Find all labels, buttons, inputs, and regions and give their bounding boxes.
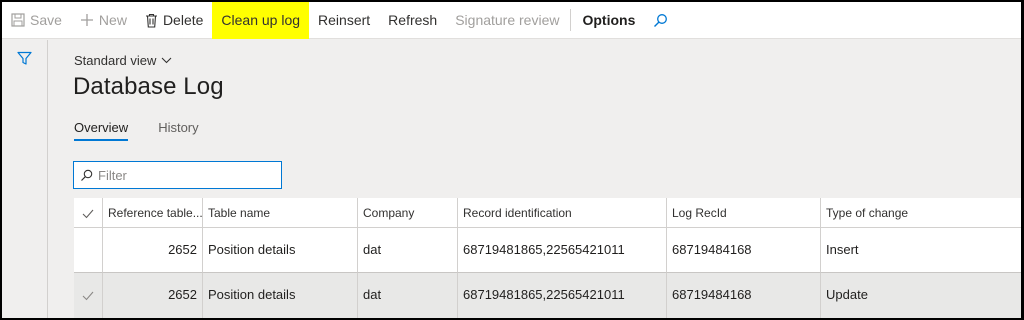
cell-reference-table: 2652 [103,273,203,318]
cell-table-name: Position details [203,228,358,273]
save-label: Save [30,12,62,28]
toolbar-divider [570,9,572,31]
main-content: Standard view Database Log Overview Hist… [49,40,1021,318]
reinsert-label: Reinsert [318,12,371,28]
trash-icon [145,13,157,28]
clean-up-log-button[interactable]: Clean up log [212,2,310,39]
row-selector[interactable] [74,273,103,318]
cell-log-recid: 68719484168 [667,273,821,318]
search-icon [81,169,93,181]
cell-table-name: Position details [203,273,358,318]
database-log-grid: Reference table... Table name Company Re… [74,198,1021,318]
table-row[interactable]: 2652 Position details dat 68719481865,22… [74,273,1021,318]
save-button[interactable]: Save [2,2,71,39]
cell-log-recid: 68719484168 [667,228,821,273]
select-all-checkbox[interactable] [74,198,103,228]
refresh-label: Refresh [388,12,438,28]
column-header-log-recid[interactable]: Log RecId [667,198,821,228]
new-button[interactable]: New [71,2,136,39]
signature-review-label: Signature review [455,12,560,28]
filter-pane-rail [2,40,48,318]
delete-button[interactable]: Delete [136,2,212,39]
checkmark-icon [82,291,94,300]
page-title: Database Log [73,73,224,100]
column-header-company[interactable]: Company [358,198,458,228]
save-icon [11,13,25,27]
search-button[interactable] [644,2,682,39]
search-icon [654,13,668,27]
row-selector[interactable] [74,228,103,273]
reinsert-button[interactable]: Reinsert [309,2,379,39]
filter-input[interactable] [98,167,268,183]
cell-record-identification: 68719481865,22565421011 [458,228,667,273]
funnel-icon [17,51,32,65]
new-label: New [98,12,127,28]
view-selector-label: Standard view [74,53,157,68]
plus-icon [80,14,93,26]
cell-company: dat [358,273,458,318]
clean-up-log-label: Clean up log [221,12,301,28]
column-header-type-of-change[interactable]: Type of change [821,198,1021,228]
cell-type-of-change: Insert [821,228,1021,273]
options-label: Options [582,12,636,28]
tab-history[interactable]: History [158,120,198,141]
chevron-down-icon [162,57,172,64]
table-row[interactable]: 2652 Position details dat 68719481865,22… [74,228,1021,273]
tab-overview[interactable]: Overview [74,120,129,141]
action-pane: Save New Delete Clean up log Reinsert Re… [2,2,1021,39]
cell-record-identification: 68719481865,22565421011 [458,273,667,318]
grid-header-row: Reference table... Table name Company Re… [74,198,1021,228]
cell-company: dat [358,228,458,273]
grid-filter [73,161,282,189]
column-header-reference-table[interactable]: Reference table... [103,198,203,228]
app-window: Save New Delete Clean up log Reinsert Re… [2,2,1021,318]
options-button[interactable]: Options [573,2,644,39]
cell-type-of-change: Update [821,273,1021,318]
show-filters-button[interactable] [17,51,32,69]
delete-label: Delete [162,12,204,28]
column-header-table-name[interactable]: Table name [203,198,358,228]
refresh-button[interactable]: Refresh [379,2,446,39]
signature-review-button[interactable]: Signature review [446,2,568,39]
tab-strip: Overview History [74,120,229,141]
column-header-record-identification[interactable]: Record identification [458,198,667,228]
cell-reference-table: 2652 [103,228,203,273]
checkmark-icon [82,209,94,219]
view-selector[interactable]: Standard view [74,53,172,68]
